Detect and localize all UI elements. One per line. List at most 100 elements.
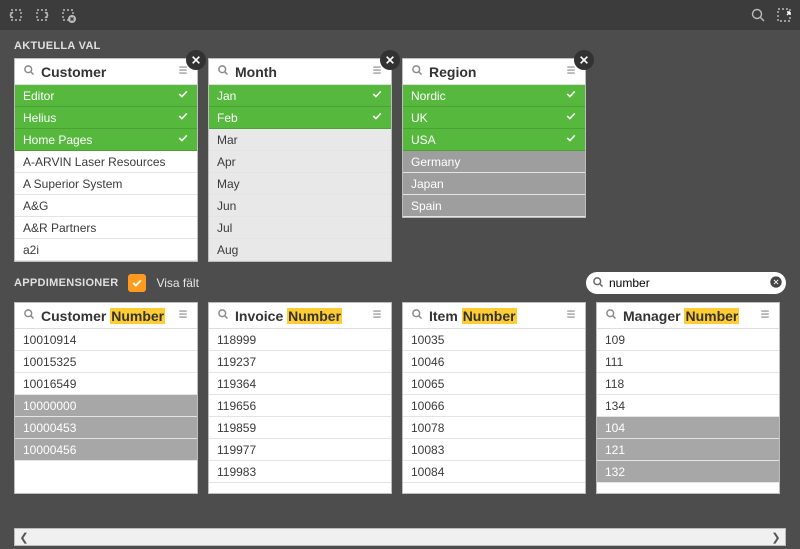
menu-icon[interactable] [177, 308, 189, 323]
filter-card: Customer Number1001091410015325100165491… [14, 302, 198, 494]
list-item[interactable]: Feb [209, 107, 391, 129]
list-item[interactable]: A Superior System [15, 173, 197, 195]
menu-icon[interactable] [565, 64, 577, 79]
list-item-label: 10015325 [23, 355, 189, 369]
card-wrapper: Invoice Number11899911923711936411965611… [208, 302, 392, 494]
list-item[interactable]: 10016549 [15, 373, 197, 395]
list-item[interactable]: 10000453 [15, 417, 197, 439]
list-item[interactable]: 10084 [403, 461, 585, 483]
selections-tool-icon[interactable] [776, 7, 792, 23]
list-item[interactable]: USA [403, 129, 585, 151]
list-item[interactable]: 10046 [403, 351, 585, 373]
scroll-right-arrow[interactable]: ❯ [767, 529, 785, 545]
menu-icon[interactable] [565, 308, 577, 323]
list-item-label: 119237 [217, 355, 383, 369]
search-icon[interactable] [217, 64, 229, 79]
search-icon[interactable] [605, 308, 617, 323]
list-item-label: 10000000 [23, 399, 189, 413]
list-item[interactable]: 121 [597, 439, 779, 461]
show-fields-checkbox[interactable] [128, 274, 146, 292]
list-item[interactable]: 118999 [209, 329, 391, 351]
list-item[interactable]: A&R Partners [15, 217, 197, 239]
selection-back-icon[interactable] [8, 7, 24, 23]
list-item[interactable]: 119977 [209, 439, 391, 461]
list-item[interactable]: 119364 [209, 373, 391, 395]
list-item[interactable]: 10065 [403, 373, 585, 395]
list-item[interactable]: Helius [15, 107, 197, 129]
search-icon[interactable] [411, 308, 423, 323]
scroll-left-arrow[interactable]: ❮ [15, 529, 33, 545]
global-search-icon[interactable] [750, 7, 766, 23]
menu-icon[interactable] [371, 308, 383, 323]
menu-icon[interactable] [177, 64, 189, 79]
listbox: 100351004610065100661007810083 10084 [403, 329, 585, 483]
list-item[interactable]: Home Pages [15, 129, 197, 151]
close-card-button[interactable] [574, 50, 594, 70]
list-item-label: 111 [605, 355, 771, 369]
check-icon [177, 88, 189, 103]
horizontal-scrollbar[interactable]: ❮ ❯ [14, 528, 786, 546]
list-item[interactable]: Nordic [403, 85, 585, 107]
list-item[interactable]: 104 [597, 417, 779, 439]
selection-forward-icon[interactable] [34, 7, 50, 23]
list-item-label: 10016549 [23, 377, 189, 391]
list-item[interactable]: UK [403, 107, 585, 129]
close-card-button[interactable] [380, 50, 400, 70]
clear-search-icon[interactable] [769, 275, 783, 292]
dimension-search-input[interactable] [609, 276, 764, 290]
filter-card: CustomerEditorHeliusHome PagesA-ARVIN La… [14, 58, 198, 262]
list-item[interactable]: 111 [597, 351, 779, 373]
list-item[interactable]: 10010914 [15, 329, 197, 351]
list-item[interactable]: A-ARVIN Laser Resources [15, 151, 197, 173]
list-item[interactable]: 10078 [403, 417, 585, 439]
list-item-label: 118 [605, 377, 771, 391]
list-item[interactable]: Jul [209, 217, 391, 239]
list-item-label: 134 [605, 399, 771, 413]
scroll-track[interactable] [33, 529, 767, 545]
list-item[interactable]: 134 [597, 395, 779, 417]
list-item-label: Home Pages [23, 133, 177, 147]
list-item[interactable]: Germany [403, 151, 585, 173]
list-item[interactable]: 10083 [403, 439, 585, 461]
card-header: Month [209, 59, 391, 85]
list-item[interactable]: Editor [15, 85, 197, 107]
list-item[interactable]: 119656 [209, 395, 391, 417]
list-item-label: A&G [23, 199, 189, 213]
search-icon[interactable] [23, 64, 35, 79]
search-icon[interactable] [217, 308, 229, 323]
topbar [0, 0, 800, 30]
list-item[interactable]: 132 [597, 461, 779, 483]
list-item[interactable]: 119237 [209, 351, 391, 373]
list-item-label: Japan [411, 177, 577, 191]
list-item[interactable]: 119859 [209, 417, 391, 439]
list-item-label: 10000456 [23, 443, 189, 457]
list-item[interactable]: Apr [209, 151, 391, 173]
list-item[interactable]: 10035 [403, 329, 585, 351]
list-item[interactable]: 109 [597, 329, 779, 351]
list-item[interactable]: 10066 [403, 395, 585, 417]
list-item[interactable]: Mar [209, 129, 391, 151]
list-item[interactable]: Japan [403, 173, 585, 195]
list-item[interactable]: Spain [403, 195, 585, 217]
search-icon[interactable] [23, 308, 35, 323]
list-item[interactable]: A&G [15, 195, 197, 217]
list-item[interactable]: Jun [209, 195, 391, 217]
clear-selections-icon[interactable] [60, 7, 76, 23]
list-item-label: Feb [217, 111, 371, 125]
close-card-button[interactable] [186, 50, 206, 70]
list-item[interactable]: May [209, 173, 391, 195]
menu-icon[interactable] [371, 64, 383, 79]
list-item[interactable]: 10000000 [15, 395, 197, 417]
list-item[interactable]: 10015325 [15, 351, 197, 373]
list-item[interactable]: a2i [15, 239, 197, 261]
menu-icon[interactable] [759, 308, 771, 323]
list-item[interactable]: Jan [209, 85, 391, 107]
list-item[interactable]: 118 [597, 373, 779, 395]
list-item[interactable]: 119983 [209, 461, 391, 483]
list-item[interactable]: 10000456 [15, 439, 197, 461]
card-title: Region [429, 64, 559, 80]
search-icon[interactable] [411, 64, 423, 79]
list-item[interactable]: Aug [209, 239, 391, 261]
list-item-label: 10084 [411, 465, 577, 479]
dimension-search[interactable] [586, 272, 786, 294]
